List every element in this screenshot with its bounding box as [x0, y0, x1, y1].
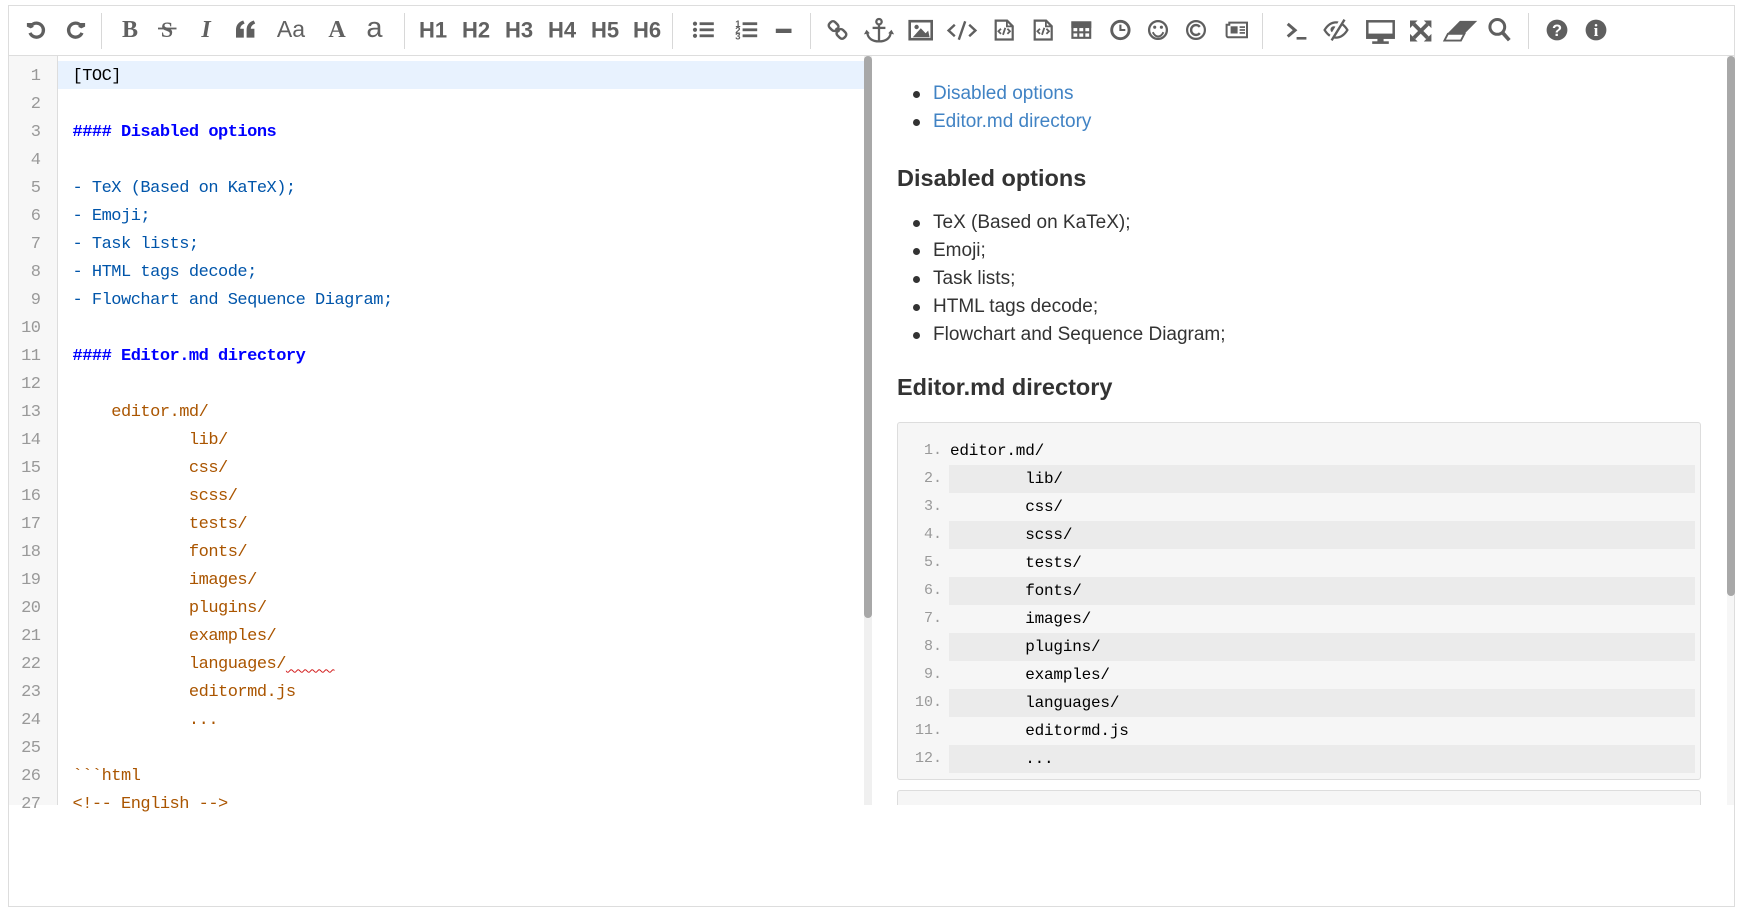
svg-text:H2: H2 — [462, 18, 490, 43]
svg-text:H6: H6 — [633, 18, 661, 43]
svg-text:H3: H3 — [505, 18, 533, 43]
svg-text:a: a — [366, 12, 383, 44]
svg-text:3: 3 — [735, 32, 740, 43]
svg-text:H1: H1 — [419, 18, 447, 43]
svg-text:A: A — [328, 17, 346, 43]
svg-text:H4: H4 — [548, 18, 577, 43]
svg-text:I: I — [200, 17, 212, 43]
svg-text:S: S — [161, 17, 173, 42]
svg-text:H5: H5 — [591, 18, 619, 43]
svg-text:i: i — [1594, 21, 1599, 40]
svg-text:?: ? — [1552, 22, 1562, 40]
svg-text:B: B — [122, 17, 138, 43]
svg-text:Aa: Aa — [277, 16, 305, 42]
